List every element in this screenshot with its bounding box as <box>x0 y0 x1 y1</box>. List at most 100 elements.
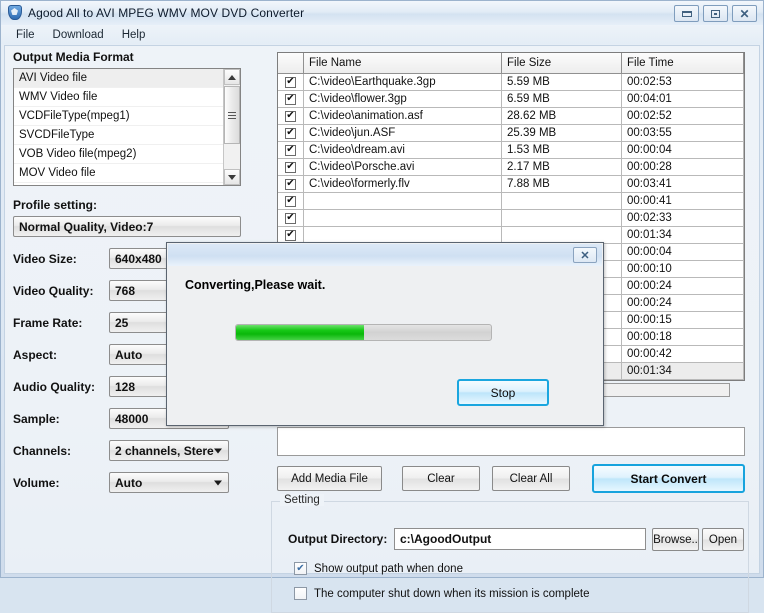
converting-dialog: ✕ Converting,Please wait. Stop <box>166 242 604 426</box>
check-icon[interactable]: ✔ <box>285 229 296 241</box>
stop-button[interactable]: Stop <box>457 379 549 406</box>
check-icon[interactable]: ✔ <box>285 110 296 122</box>
app-window: Agood All to AVI MPEG WMV MOV DVD Conver… <box>0 0 764 613</box>
cell-file-time: 00:00:15 <box>622 312 744 329</box>
table-row[interactable]: ✔ C:\video\flower.3gp 6.59 MB 00:04:01 <box>278 91 744 108</box>
row-checkbox-cell[interactable]: ✔ <box>278 125 304 142</box>
row-checkbox-cell[interactable]: ✔ <box>278 91 304 108</box>
check-icon[interactable]: ✔ <box>285 178 296 190</box>
menu-item-download[interactable]: Download <box>44 27 113 43</box>
check-icon[interactable]: ✔ <box>285 195 296 207</box>
row-checkbox-cell[interactable]: ✔ <box>278 108 304 125</box>
clear-all-button[interactable]: Clear All <box>492 466 570 491</box>
combo-channels[interactable]: 2 channels, Stere <box>109 440 229 461</box>
start-convert-button[interactable]: Start Convert <box>592 464 745 493</box>
cell-file-name: C:\video\animation.asf <box>304 108 502 125</box>
cell-file-time: 00:00:41 <box>622 193 744 210</box>
scroll-down-arrow-icon[interactable] <box>224 169 240 185</box>
progress-bar-fill <box>236 325 364 340</box>
checkbox-show-output-path[interactable]: ✔ <box>294 562 307 575</box>
scrollbar-thumb[interactable] <box>224 86 240 144</box>
profile-setting-combo[interactable]: Normal Quality, Video:7 <box>13 216 241 237</box>
menu-item-help[interactable]: Help <box>113 27 155 43</box>
table-header-row: File Name File Size File Time <box>278 53 744 74</box>
check-icon[interactable]: ✔ <box>285 93 296 105</box>
column-header-check[interactable] <box>278 53 304 74</box>
cell-file-time: 00:03:41 <box>622 176 744 193</box>
profile-setting-value: Normal Quality, Video:7 <box>19 219 154 234</box>
row-checkbox-cell[interactable]: ✔ <box>278 142 304 159</box>
dialog-message: Converting,Please wait. <box>185 278 326 292</box>
format-option-wmv[interactable]: WMV Video file <box>14 88 240 107</box>
label-video-quality: Video Quality: <box>13 283 94 298</box>
table-row[interactable]: ✔ C:\video\jun.ASF 25.39 MB 00:03:55 <box>278 125 744 142</box>
format-option-vob[interactable]: VOB Video file(mpeg2) <box>14 145 240 164</box>
dialog-close-icon[interactable]: ✕ <box>573 247 597 263</box>
table-row[interactable]: ✔ C:\video\formerly.flv 7.88 MB 00:03:41 <box>278 176 744 193</box>
cell-file-name: C:\video\flower.3gp <box>304 91 502 108</box>
menu-item-file[interactable]: File <box>7 27 44 43</box>
check-icon[interactable]: ✔ <box>285 144 296 156</box>
cell-file-time: 00:00:42 <box>622 346 744 363</box>
show-output-path-checkbox-row[interactable]: ✔ Show output path when done <box>294 562 463 575</box>
table-row[interactable]: ✔ C:\video\dream.avi 1.53 MB 00:00:04 <box>278 142 744 159</box>
table-row[interactable]: ✔ 00:02:33 <box>278 210 744 227</box>
column-header-file-name[interactable]: File Name <box>304 53 502 74</box>
window-title: Agood All to AVI MPEG WMV MOV DVD Conver… <box>28 6 305 20</box>
cell-file-time: 00:01:34 <box>622 227 744 244</box>
label-volume: Volume: <box>13 475 60 490</box>
format-option-svcd[interactable]: SVCDFileType <box>14 126 240 145</box>
dialog-title-bar: ✕ <box>168 244 602 266</box>
setting-group-legend: Setting <box>280 494 324 506</box>
check-icon[interactable]: ✔ <box>285 212 296 224</box>
combo-volume[interactable]: Auto <box>109 472 229 493</box>
value-video-quality: 768 <box>115 283 136 298</box>
output-directory-input[interactable]: c:\AgoodOutput <box>394 528 646 550</box>
cell-file-time: 00:00:04 <box>622 142 744 159</box>
maximize-button[interactable] <box>703 5 728 22</box>
action-button-bar: Add Media File Clear Clear All Start Con… <box>277 464 745 493</box>
check-icon[interactable]: ✔ <box>285 127 296 139</box>
cell-file-name: C:\video\Earthquake.3gp <box>304 74 502 91</box>
format-option-avi[interactable]: AVI Video file <box>14 69 240 88</box>
check-icon[interactable]: ✔ <box>285 161 296 173</box>
conversion-progress-bar <box>235 324 492 341</box>
clear-button[interactable]: Clear <box>402 466 480 491</box>
value-aspect: Auto <box>115 347 143 362</box>
row-checkbox-cell[interactable]: ✔ <box>278 193 304 210</box>
cell-file-size: 25.39 MB <box>502 125 622 142</box>
row-checkbox-cell[interactable]: ✔ <box>278 176 304 193</box>
check-icon[interactable]: ✔ <box>285 76 296 88</box>
minimize-button[interactable] <box>674 5 699 22</box>
cell-file-time: 00:02:52 <box>622 108 744 125</box>
shutdown-checkbox-row[interactable]: The computer shut down when its mission … <box>294 587 589 600</box>
output-directory-value: c:\AgoodOutput <box>400 532 492 546</box>
column-header-file-time[interactable]: File Time <box>622 53 744 74</box>
cell-file-time: 00:00:24 <box>622 278 744 295</box>
table-row[interactable]: ✔ C:\video\Porsche.avi 2.17 MB 00:00:28 <box>278 159 744 176</box>
column-header-file-size[interactable]: File Size <box>502 53 622 74</box>
field-volume: Volume: Auto <box>13 472 261 493</box>
cell-file-name: C:\video\formerly.flv <box>304 176 502 193</box>
status-textbox[interactable] <box>277 427 745 456</box>
row-checkbox-cell[interactable]: ✔ <box>278 159 304 176</box>
format-list-scrollbar[interactable] <box>223 69 240 185</box>
output-media-format-label: Output Media Format <box>13 50 134 64</box>
table-row[interactable]: ✔ C:\video\Earthquake.3gp 5.59 MB 00:02:53 <box>278 74 744 91</box>
format-option-vcd[interactable]: VCDFileType(mpeg1) <box>14 107 240 126</box>
label-frame-rate: Frame Rate: <box>13 315 83 330</box>
open-button[interactable]: Open <box>702 528 744 551</box>
row-checkbox-cell[interactable]: ✔ <box>278 210 304 227</box>
table-row[interactable]: ✔ 00:00:41 <box>278 193 744 210</box>
close-button[interactable]: ✕ <box>732 5 757 22</box>
browse-button[interactable]: Browse.. <box>652 528 699 551</box>
checkbox-shutdown-when-complete[interactable] <box>294 587 307 600</box>
row-checkbox-cell[interactable]: ✔ <box>278 74 304 91</box>
table-row[interactable]: ✔ C:\video\animation.asf 28.62 MB 00:02:52 <box>278 108 744 125</box>
scroll-up-arrow-icon[interactable] <box>224 69 240 85</box>
add-media-file-button[interactable]: Add Media File <box>277 466 382 491</box>
cell-file-time: 00:00:28 <box>622 159 744 176</box>
format-option-mov[interactable]: MOV Video file <box>14 164 240 183</box>
window-controls: ✕ <box>674 5 757 22</box>
output-format-listbox[interactable]: AVI Video file WMV Video file VCDFileTyp… <box>13 68 241 186</box>
